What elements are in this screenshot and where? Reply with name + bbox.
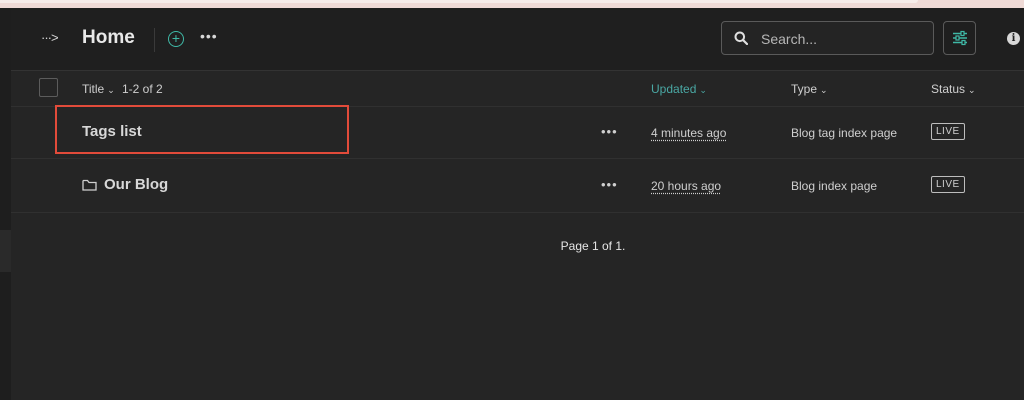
status-badge: LIVE [931,123,965,140]
row-title: Our Blog [104,176,169,193]
chevron-down-icon: ⌄ [699,85,707,95]
folder-icon [82,179,97,191]
table-header: Title ⌄ 1-2 of 2 Updated ⌄ Type ⌄ Status ⌄ [11,71,1024,107]
row-updated: 20 hours ago [651,179,722,193]
column-type[interactable]: Type ⌄ [791,82,828,96]
status-badge: LIVE [931,176,965,193]
column-title[interactable]: Title ⌄ [82,82,115,96]
select-all-checkbox[interactable] [39,78,58,97]
row-updated: 4 minutes ago [651,126,727,140]
page-header: ···> Home + ••• i [11,8,1024,71]
pagination-text: Page 1 of 1. [560,239,626,253]
expand-sidebar-button[interactable]: ···> [41,30,59,45]
row-type: Blog index page [791,179,878,193]
column-title-label: Title [82,82,105,96]
search-input[interactable] [759,28,923,50]
search-icon [734,31,748,45]
chevron-down-icon: ⌄ [968,85,976,95]
more-actions-button[interactable]: ••• [200,29,218,43]
add-page-button[interactable]: + [168,31,184,47]
browser-tab-edge [0,0,918,3]
column-status-label: Status [931,82,966,96]
column-type-label: Type [791,82,818,96]
chevron-down-icon: ⌄ [107,85,115,95]
info-icon[interactable]: i [1007,32,1020,45]
row-type: Blog tag index page [791,126,898,140]
page-title: Home [82,27,135,48]
column-updated[interactable]: Updated ⌄ [651,82,707,96]
chevron-down-icon: ⌄ [820,85,828,95]
table-row: Our Blog ••• 20 hours ago Blog index pag… [11,159,1024,213]
highlight-box [55,105,349,154]
search-box[interactable] [721,21,934,55]
row-title-link[interactable]: Our Blog [82,176,168,193]
column-status[interactable]: Status ⌄ [931,82,976,96]
row-actions-button[interactable]: ••• [601,177,618,192]
column-updated-label: Updated [651,82,697,96]
result-count: 1-2 of 2 [122,82,163,96]
row-actions-button[interactable]: ••• [601,124,618,139]
header-divider [154,28,155,52]
browser-top-strip [0,0,1024,8]
left-rail [0,8,11,400]
sliders-icon [953,30,967,46]
filter-button[interactable] [943,21,976,55]
